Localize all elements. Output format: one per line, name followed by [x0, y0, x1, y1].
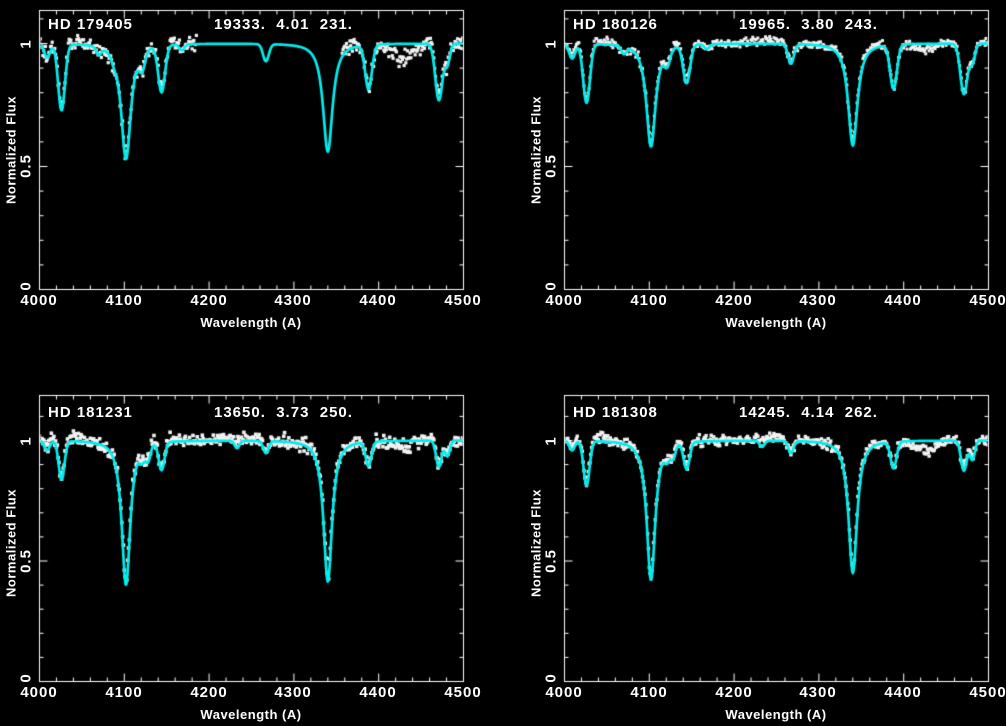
spectrum-panel-hd179405: HD 179405 19333. 4.01 231. 4000 4100 420… — [0, 0, 503, 341]
panel-fit-params: 19965. 3.80 243. — [739, 16, 878, 33]
y-tick-label: 0.5 — [543, 549, 560, 573]
x-tick-label: 4300 — [799, 684, 836, 701]
x-tick-label: 4300 — [799, 292, 836, 309]
x-tick-label: 4100 — [105, 684, 142, 701]
y-tick-label: 1 — [18, 436, 35, 445]
x-axis-label: Wavelength (A) — [200, 315, 301, 330]
x-tick-label: 4000 — [20, 292, 57, 309]
spectrum-plot-canvas — [563, 9, 990, 291]
x-tick-label: 4500 — [969, 684, 1006, 701]
y-tick-label: 0.5 — [543, 154, 560, 178]
x-tick-label: 4400 — [884, 684, 921, 701]
x-tick-label: 4500 — [444, 292, 481, 309]
y-tick-label: 1 — [543, 39, 560, 48]
x-tick-label: 4400 — [359, 292, 396, 309]
spectrum-panel-hd181231: HD 181231 13650. 3.73 250. 4000 4100 420… — [0, 385, 503, 726]
spectrum-panel-hd181308: HD 181308 14245. 4.14 262. 4000 4100 420… — [525, 385, 1006, 726]
x-axis-label: Wavelength (A) — [200, 707, 301, 722]
x-tick-label: 4400 — [884, 292, 921, 309]
x-tick-label: 4200 — [715, 292, 752, 309]
x-tick-label: 4100 — [105, 292, 142, 309]
y-axis-label: Normalized Flux — [529, 489, 544, 597]
x-tick-label: 4000 — [545, 684, 582, 701]
y-tick-label: 0 — [18, 673, 35, 682]
panel-star-name: HD 180126 — [573, 16, 658, 33]
x-tick-label: 4100 — [630, 292, 667, 309]
y-tick-label: 0 — [543, 673, 560, 682]
spectra-grid-figure: HD 179405 19333. 4.01 231. 4000 4100 420… — [0, 0, 1006, 726]
x-tick-label: 4200 — [190, 292, 227, 309]
y-tick-label: 0 — [18, 281, 35, 290]
y-tick-label: 0.5 — [18, 154, 35, 178]
panel-star-name: HD 179405 — [48, 16, 133, 33]
x-tick-label: 4000 — [20, 684, 57, 701]
panel-star-name: HD 181231 — [48, 404, 133, 421]
x-tick-label: 4500 — [444, 684, 481, 701]
spectrum-panel-hd180126: HD 180126 19965. 3.80 243. 4000 4100 420… — [525, 0, 1006, 341]
spectrum-plot-canvas — [38, 9, 465, 291]
panel-fit-params: 19333. 4.01 231. — [214, 16, 353, 33]
y-tick-label: 1 — [543, 436, 560, 445]
x-tick-label: 4300 — [274, 684, 311, 701]
y-tick-label: 0.5 — [18, 549, 35, 573]
x-tick-label: 4100 — [630, 684, 667, 701]
panel-fit-params: 14245. 4.14 262. — [739, 404, 878, 421]
x-tick-label: 4000 — [545, 292, 582, 309]
x-tick-label: 4400 — [359, 684, 396, 701]
spectrum-plot-canvas — [563, 394, 990, 683]
x-tick-label: 4300 — [274, 292, 311, 309]
y-tick-label: 1 — [18, 39, 35, 48]
x-axis-label: Wavelength (A) — [725, 707, 826, 722]
y-axis-label: Normalized Flux — [529, 96, 544, 204]
panel-star-name: HD 181308 — [573, 404, 658, 421]
y-axis-label: Normalized Flux — [4, 96, 19, 204]
x-tick-label: 4500 — [969, 292, 1006, 309]
x-tick-label: 4200 — [190, 684, 227, 701]
y-tick-label: 0 — [543, 281, 560, 290]
panel-fit-params: 13650. 3.73 250. — [214, 404, 353, 421]
y-axis-label: Normalized Flux — [4, 489, 19, 597]
x-axis-label: Wavelength (A) — [725, 315, 826, 330]
x-tick-label: 4200 — [715, 684, 752, 701]
spectrum-plot-canvas — [38, 394, 465, 683]
